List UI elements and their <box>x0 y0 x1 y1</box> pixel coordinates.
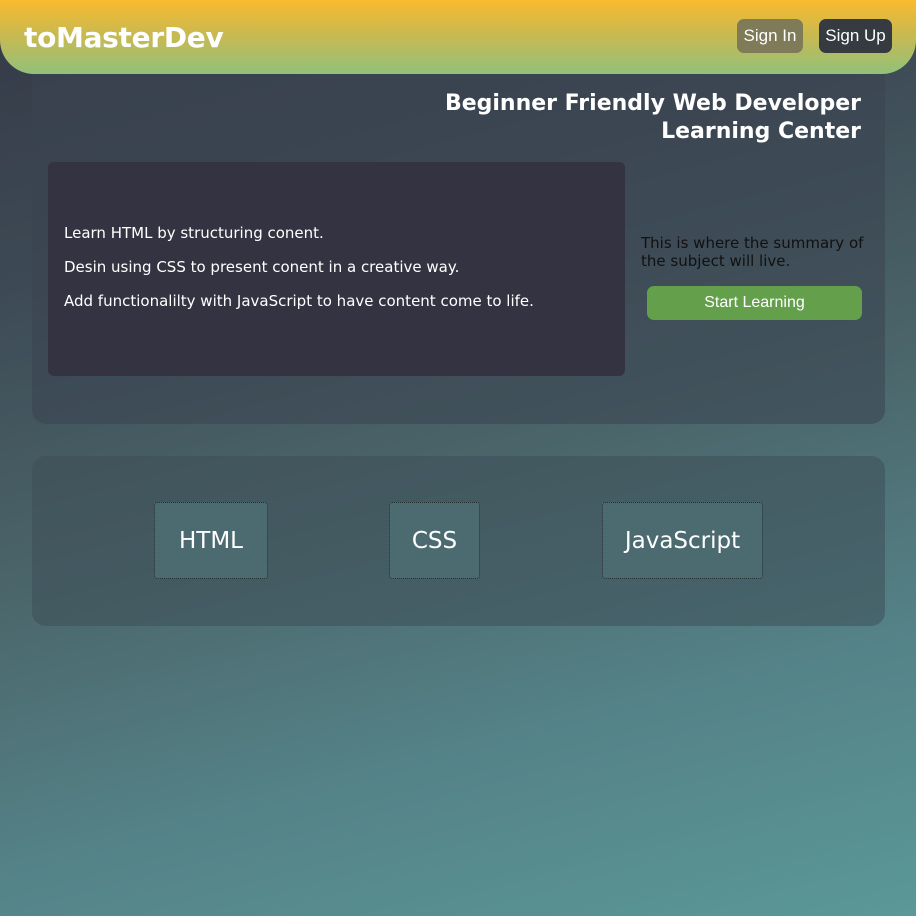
learn-item-html: Learn HTML by structuring conent. <box>64 224 324 242</box>
topic-card-css[interactable]: CSS <box>389 502 480 579</box>
topic-card-javascript[interactable]: JavaScript <box>602 502 763 579</box>
site-logo[interactable]: toMasterDev <box>24 20 224 56</box>
site-header: toMasterDev Sign In Sign Up <box>0 0 916 74</box>
subject-summary: This is where the summary of the subject… <box>641 234 864 270</box>
page-title-line1: Beginner Friendly Web Developer <box>444 91 861 116</box>
topics-section: HTML CSS JavaScript <box>32 456 885 626</box>
page-title-line2: Learning Center <box>661 119 861 144</box>
learn-overview-box: Learn HTML by structuring conent. Desin … <box>48 162 625 376</box>
sign-in-button[interactable]: Sign In <box>737 19 803 53</box>
topic-card-html[interactable]: HTML <box>154 502 268 579</box>
sign-up-button[interactable]: Sign Up <box>819 19 892 53</box>
hero-section: Beginner Friendly Web Developer Learning… <box>32 74 885 424</box>
learn-item-javascript: Add functionalilty with JavaScript to ha… <box>64 292 534 310</box>
page-title: Beginner Friendly Web Developer Learning… <box>361 90 861 146</box>
learn-item-css: Desin using CSS to present conent in a c… <box>64 258 460 276</box>
start-learning-button[interactable]: Start Learning <box>647 286 862 320</box>
